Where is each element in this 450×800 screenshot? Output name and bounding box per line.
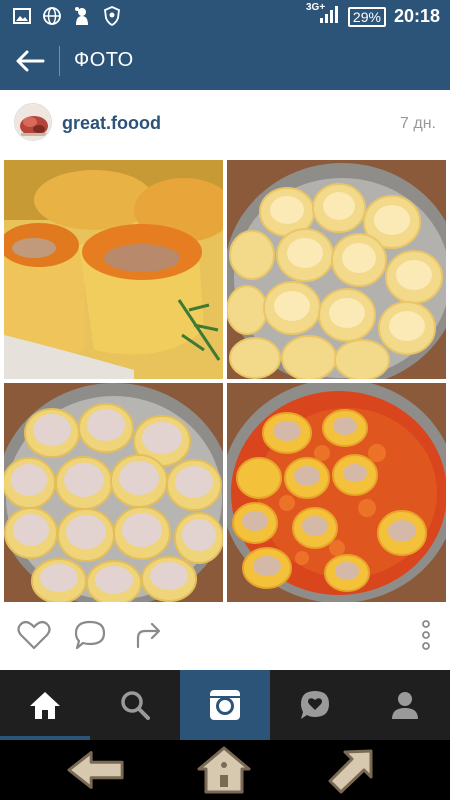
photo-potatoes-in-sauce[interactable] bbox=[227, 383, 446, 602]
username-link[interactable]: great.foood bbox=[62, 113, 161, 134]
post-timestamp: 7 дн. bbox=[400, 115, 436, 132]
more-options-button[interactable] bbox=[408, 618, 444, 652]
signal-icon bbox=[318, 4, 340, 29]
notification-icons bbox=[12, 6, 122, 26]
like-button[interactable] bbox=[16, 618, 52, 652]
photo-hollowed-potatoes[interactable] bbox=[227, 160, 446, 379]
tab-profile[interactable] bbox=[360, 670, 450, 740]
system-home-button[interactable] bbox=[194, 744, 254, 796]
more-icon bbox=[422, 620, 430, 650]
comment-icon bbox=[74, 620, 106, 650]
post-header: great.foood 7 дн. bbox=[0, 90, 450, 158]
arrow-left-icon bbox=[16, 50, 45, 72]
system-recents-button[interactable] bbox=[322, 744, 382, 796]
home-icon bbox=[197, 746, 251, 794]
back-icon bbox=[67, 751, 124, 789]
battery-level: 29% bbox=[347, 6, 386, 27]
page-title: ФОТО bbox=[74, 49, 134, 71]
shield-icon bbox=[102, 6, 122, 26]
recents-icon bbox=[328, 749, 373, 794]
mascot-icon bbox=[72, 6, 92, 26]
app-bar-divider bbox=[59, 46, 60, 76]
clock: 20:18 bbox=[393, 6, 440, 26]
share-button[interactable] bbox=[130, 618, 166, 652]
tab-home[interactable] bbox=[0, 670, 90, 740]
photo-meat-stuffed-potatoes[interactable] bbox=[4, 383, 223, 602]
photo-stuffed-potatoes[interactable] bbox=[4, 160, 223, 379]
heart-bubble-icon bbox=[301, 691, 329, 719]
post-card: great.foood 7 дн. bbox=[0, 90, 450, 670]
heart-icon bbox=[17, 620, 51, 650]
profile-icon bbox=[392, 692, 418, 719]
app-bar: ФОТО bbox=[0, 32, 450, 90]
back-button[interactable] bbox=[10, 44, 50, 78]
comment-button[interactable] bbox=[72, 618, 108, 652]
avatar[interactable] bbox=[14, 103, 52, 141]
tab-activity[interactable] bbox=[270, 670, 360, 740]
status-bar: 3G+ 29% 20:18 bbox=[0, 0, 450, 32]
image-icon bbox=[12, 6, 32, 26]
share-icon bbox=[136, 622, 161, 649]
photo-collage[interactable] bbox=[4, 160, 446, 602]
camera-icon bbox=[210, 690, 240, 720]
bottom-tab-bar bbox=[0, 670, 450, 740]
system-back-button[interactable] bbox=[66, 744, 126, 796]
search-icon bbox=[121, 691, 150, 720]
globe-icon bbox=[42, 6, 62, 26]
post-actions bbox=[0, 610, 450, 660]
tab-search[interactable] bbox=[90, 670, 180, 740]
home-icon bbox=[30, 692, 60, 719]
tab-camera[interactable] bbox=[180, 670, 270, 740]
system-nav-bar bbox=[0, 740, 450, 800]
